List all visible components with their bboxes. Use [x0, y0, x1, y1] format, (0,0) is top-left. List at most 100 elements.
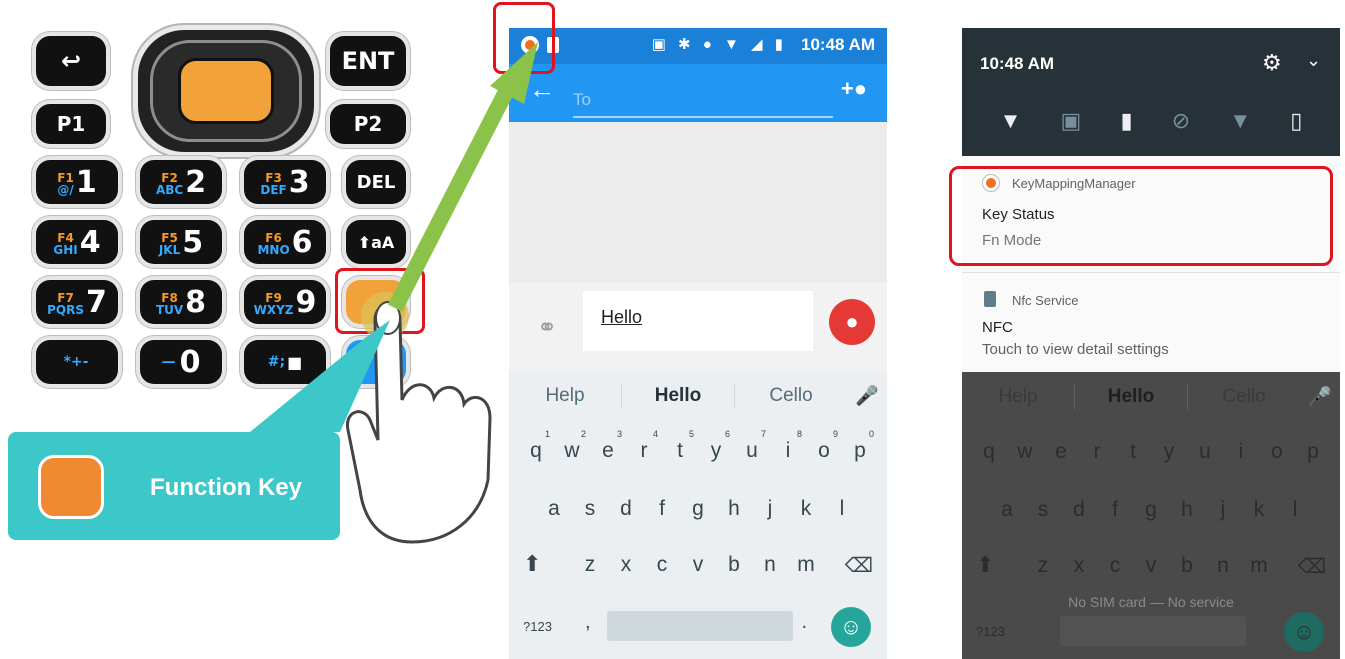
key-y[interactable]: 6y: [698, 429, 734, 463]
key-w[interactable]: 2w: [554, 429, 590, 463]
emoji-icon[interactable]: ☺: [831, 607, 871, 647]
suggestion-hello[interactable]: Hello: [622, 385, 734, 407]
key-q-label: q: [530, 439, 542, 462]
period-key[interactable]: .: [801, 611, 807, 634]
key-u[interactable]: 7u: [734, 429, 770, 463]
key-d[interactable]: d: [608, 497, 644, 521]
notification-title: NFC: [982, 319, 1013, 336]
quick-settings-panel: 10:48 AM ⚙ ⌄ ▼ ▣ ▮ ⊘ ▼ ▯: [962, 28, 1340, 156]
key-5[interactable]: F5 JKL 5: [140, 220, 222, 264]
comma-key[interactable]: ,: [585, 611, 591, 634]
key-x[interactable]: x: [608, 553, 644, 577]
key-o[interactable]: 9o: [806, 429, 842, 463]
del-key-label: DEL: [356, 171, 396, 193]
p2-key[interactable]: P2: [330, 104, 406, 144]
key-p[interactable]: 0p: [842, 429, 878, 463]
mic-icon: 🎤: [1308, 387, 1332, 408]
flashlight-icon[interactable]: ▼: [1229, 108, 1251, 134]
p1-key[interactable]: P1: [36, 104, 106, 144]
chevron-down-icon[interactable]: ⌄: [1306, 50, 1321, 71]
keyboard-row-3: z x c v b n m: [509, 553, 887, 577]
mic-icon[interactable]: 🎤: [847, 384, 887, 408]
key-3[interactable]: F3 DEF 3: [244, 160, 326, 204]
key-r[interactable]: 4r: [626, 429, 662, 463]
back-arrow-icon[interactable]: ←: [529, 74, 555, 105]
spacebar[interactable]: [607, 611, 793, 641]
key-n: n: [1217, 554, 1229, 577]
key-2[interactable]: F2 ABC 2: [140, 160, 222, 204]
contact-avatar-button[interactable]: ●: [829, 299, 875, 345]
key-a: a: [1001, 498, 1013, 521]
key-t[interactable]: 5t: [662, 429, 698, 463]
key-0[interactable]: — 0: [140, 340, 222, 384]
key-f[interactable]: f: [644, 497, 680, 521]
suggestion-help[interactable]: Help: [509, 385, 621, 407]
key-h: h: [1181, 498, 1193, 521]
key-y-hint: 6: [724, 429, 730, 439]
gear-icon[interactable]: ⚙: [1262, 50, 1282, 76]
key-star[interactable]: *+-: [36, 340, 118, 384]
key-l[interactable]: l: [824, 497, 860, 521]
ent-key[interactable]: ENT: [330, 36, 406, 86]
key-0-digit: 0: [179, 344, 201, 380]
phone-rotate-icon[interactable]: ▯: [1290, 108, 1302, 134]
key-m[interactable]: m: [788, 553, 824, 577]
no-sim-icon[interactable]: ▣: [1061, 108, 1082, 134]
key-7[interactable]: F7 PQRS 7: [36, 280, 118, 324]
key-q[interactable]: 1q: [518, 429, 554, 463]
recipient-field[interactable]: To: [573, 90, 591, 110]
key-n[interactable]: n: [752, 553, 788, 577]
key-k[interactable]: k: [788, 497, 824, 521]
key-a[interactable]: a: [536, 497, 572, 521]
callout-pointer: [250, 320, 390, 432]
suggestion-cello[interactable]: Cello: [735, 385, 847, 407]
compose-bar: ⚭ Hello ●: [509, 283, 887, 371]
do-not-disturb-icon[interactable]: ⊘: [1172, 108, 1190, 134]
phone-messaging-screen: ▣ ✱ ● ▼ ◢ ▮ 10:48 AM ← To +● ⚭ Hello ● H…: [509, 28, 887, 659]
key-w: w: [1017, 440, 1033, 463]
key-9[interactable]: F9 WXYZ 9: [244, 280, 326, 324]
compose-toolbar: ← To +●: [509, 64, 887, 122]
key-e[interactable]: 3e: [590, 429, 626, 463]
key-9-sub: F9 WXYZ: [254, 292, 294, 316]
p1-key-label: P1: [56, 112, 86, 136]
key-t-label: t: [677, 439, 683, 462]
battery-icon[interactable]: ▮: [1120, 108, 1132, 134]
attach-icon[interactable]: ⚭: [537, 313, 557, 342]
key-u: u: [1199, 440, 1211, 463]
key-1[interactable]: F1 @/ 1: [36, 160, 118, 204]
key-6[interactable]: F6 MNO 6: [244, 220, 326, 264]
key-e-hint: 3: [616, 429, 622, 439]
back-key[interactable]: ↩: [36, 36, 106, 86]
callout-label: Function Key: [150, 474, 303, 501]
notification-nfc[interactable]: Nfc Service NFC Touch to view detail set…: [962, 272, 1340, 372]
key-o-hint: 9: [832, 429, 838, 439]
key-s: s: [1037, 498, 1049, 521]
backspace-icon: ⌫: [1297, 556, 1326, 578]
key-8[interactable]: F8 TUV 8: [140, 280, 222, 324]
key-h[interactable]: h: [716, 497, 752, 521]
del-key[interactable]: DEL: [346, 160, 406, 204]
message-input[interactable]: Hello: [583, 291, 813, 351]
recipient-underline: [573, 116, 833, 118]
key-t: t: [1130, 440, 1136, 463]
symbols-key[interactable]: ?123: [523, 619, 552, 634]
wifi-icon[interactable]: ▼: [1000, 108, 1022, 134]
key-b[interactable]: b: [716, 553, 752, 577]
key-z[interactable]: z: [572, 553, 608, 577]
key-j[interactable]: j: [752, 497, 788, 521]
key-5-sub: F5 JKL: [159, 232, 180, 256]
backspace-icon[interactable]: ⌫: [845, 553, 873, 578]
key-4[interactable]: F4 GHI 4: [36, 220, 118, 264]
scan-key[interactable]: [178, 58, 274, 124]
key-g[interactable]: g: [680, 497, 716, 521]
shift-key[interactable]: ⬆ aA: [346, 220, 406, 264]
key-p-label: p: [854, 439, 866, 462]
key-s[interactable]: s: [572, 497, 608, 521]
key-v[interactable]: v: [680, 553, 716, 577]
key-5-letters: JKL: [158, 243, 181, 257]
add-contact-icon[interactable]: +●: [841, 76, 867, 102]
key-i[interactable]: 8i: [770, 429, 806, 463]
suggestion-strip: Help Hello Cello 🎤: [962, 372, 1340, 422]
key-c[interactable]: c: [644, 553, 680, 577]
